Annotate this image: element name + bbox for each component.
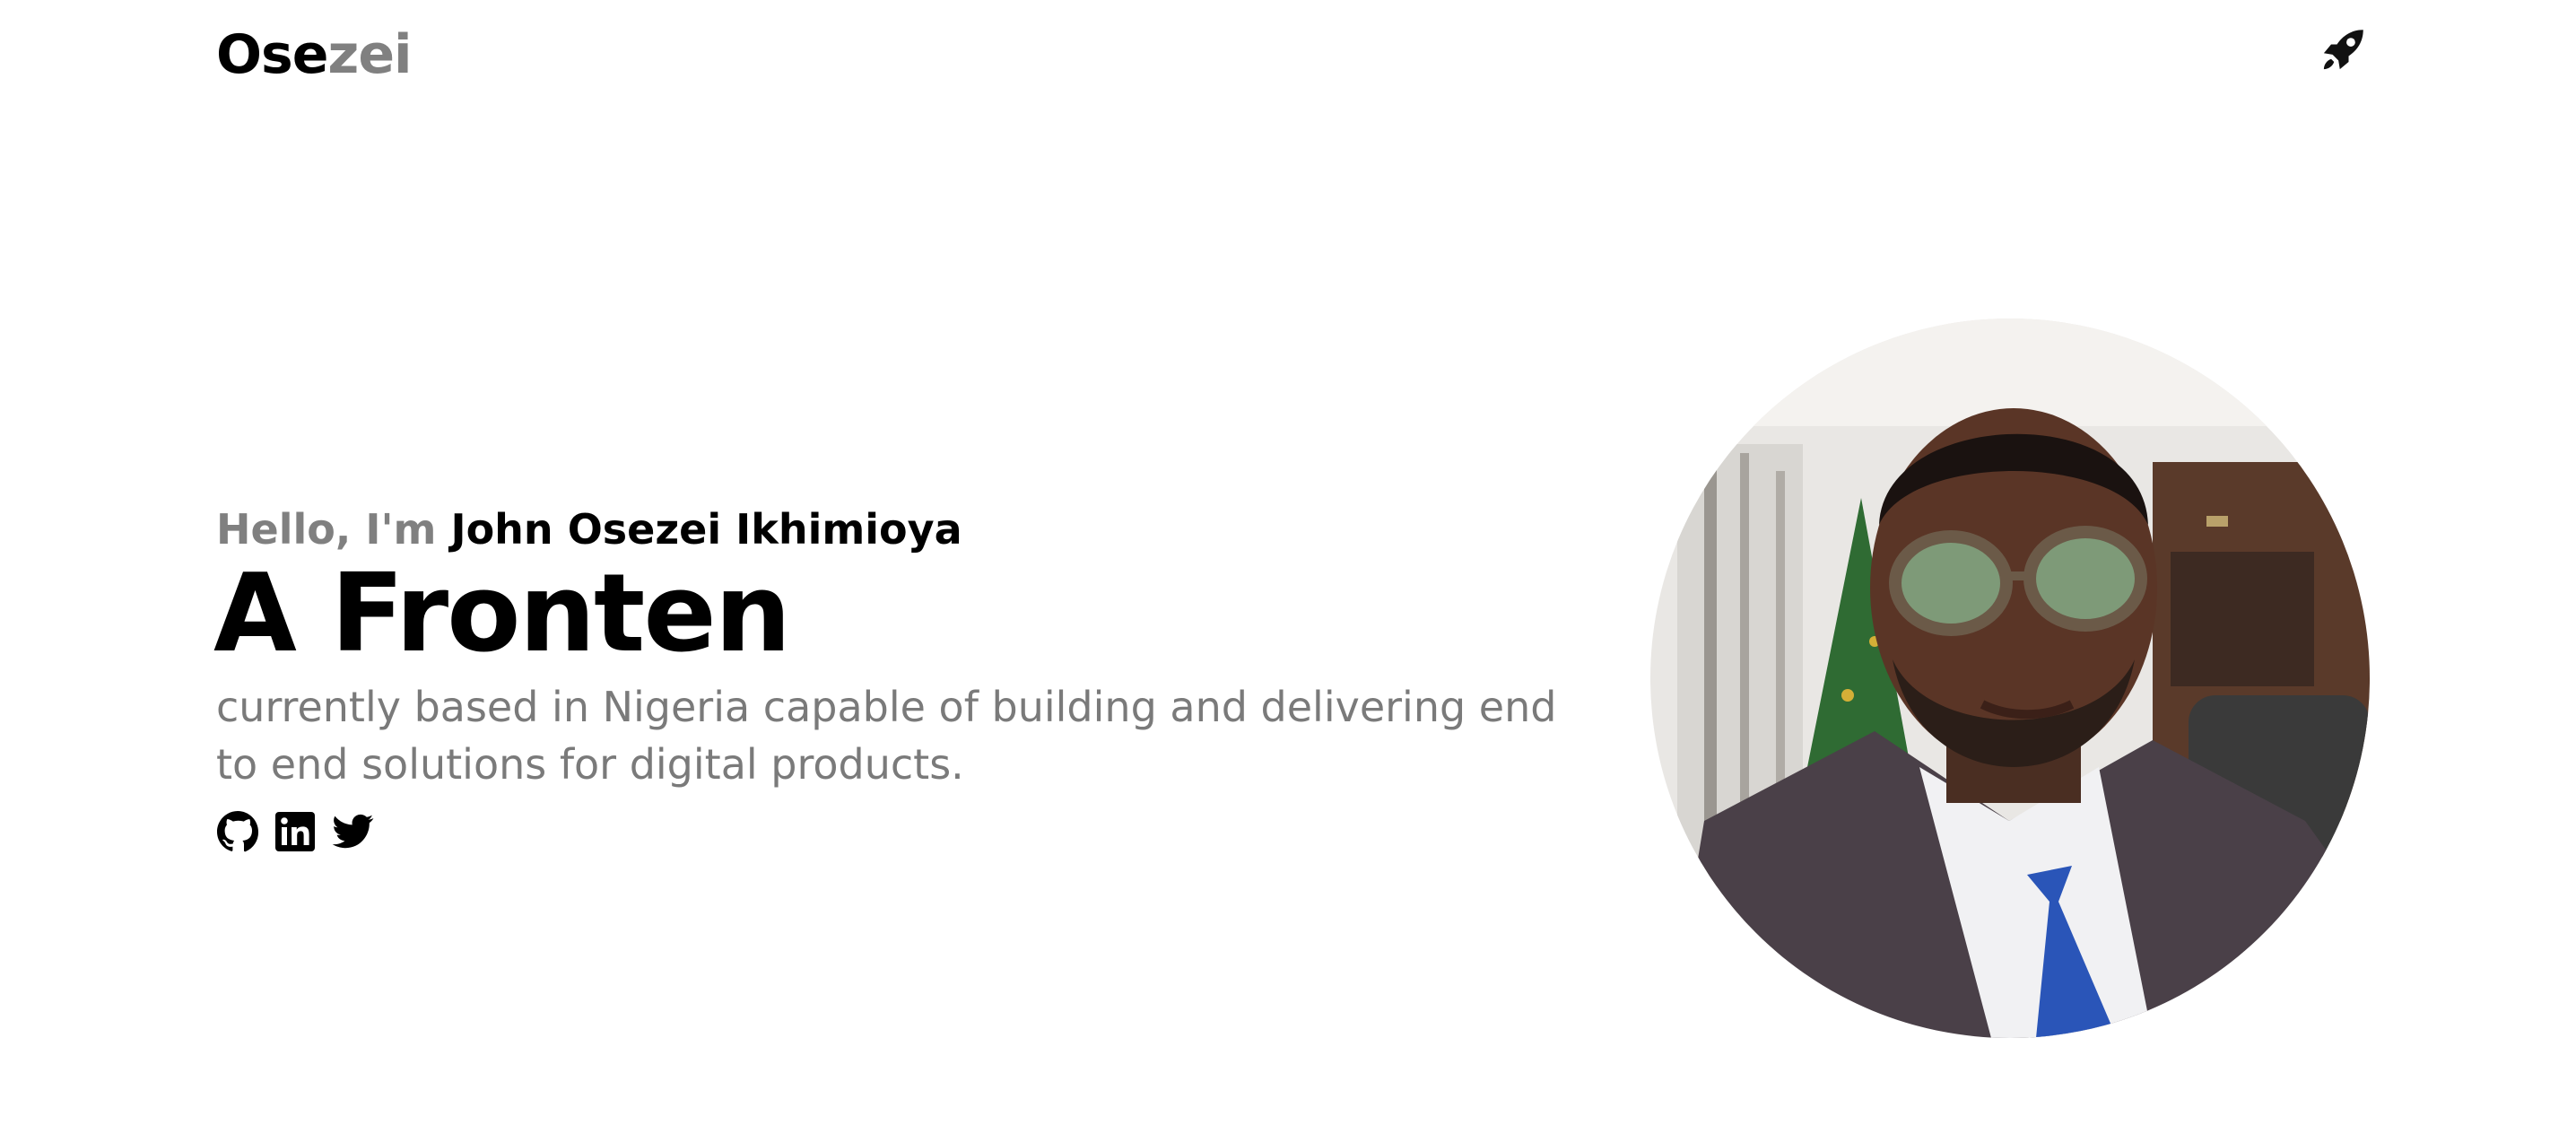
greeting: Hello, I'm John Osezei Ikhimioya bbox=[216, 502, 962, 556]
linkedin-link[interactable] bbox=[274, 810, 317, 853]
greeting-hello: Hello, I'm bbox=[216, 505, 437, 554]
tagline: currently based in Nigeria capable of bu… bbox=[216, 683, 1557, 789]
logo-part-1: Ose bbox=[216, 23, 328, 86]
twitter-icon bbox=[332, 814, 374, 849]
social-links bbox=[216, 810, 374, 853]
linkedin-icon bbox=[275, 812, 315, 851]
logo-part-2: zei bbox=[327, 23, 412, 86]
greeting-name: John Osezei Ikhimioya bbox=[450, 505, 962, 554]
github-link[interactable] bbox=[216, 810, 259, 853]
rocket-icon bbox=[2323, 30, 2363, 70]
theme-toggle-button[interactable] bbox=[2319, 27, 2366, 74]
site-logo[interactable]: Osezei bbox=[216, 23, 413, 86]
profile-photo-illustration bbox=[1650, 318, 2370, 1038]
profile-photo bbox=[1650, 318, 2370, 1038]
twitter-link[interactable] bbox=[331, 810, 374, 853]
github-icon bbox=[217, 811, 259, 852]
headline: A Fronten bbox=[213, 552, 791, 676]
page: Osezei Hello, I'm John Osezei Ikhimioya … bbox=[0, 0, 2576, 1134]
